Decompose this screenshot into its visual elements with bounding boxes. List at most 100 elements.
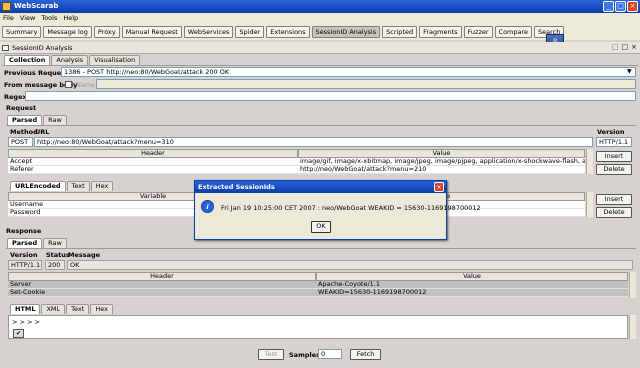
tab-compare[interactable]: Compare	[494, 26, 533, 38]
tab-scripted[interactable]: Scripted	[382, 26, 418, 38]
panel-close-icon[interactable]: ×	[631, 43, 637, 51]
response-headers-scrollbar[interactable]	[629, 272, 636, 298]
request-value-col[interactable]: Value	[298, 149, 585, 158]
dialog-ok-button[interactable]: OK	[311, 221, 331, 233]
table-row-response-value[interactable]: WEAKID=15630-1169198700012	[316, 289, 628, 297]
menu-help[interactable]: Help	[63, 13, 78, 24]
previous-requests-value: 1386 - POST http://neo:80/WebGoat/attack…	[64, 68, 230, 76]
regex-input[interactable]	[25, 91, 636, 101]
delete-header-button[interactable]: Delete	[596, 164, 632, 175]
tab-spider[interactable]: Spider	[235, 26, 265, 38]
tab-request-raw[interactable]: Raw	[43, 115, 67, 125]
tab-xml[interactable]: XML	[41, 304, 66, 314]
app-icon	[2, 2, 11, 11]
response-message-label: Message	[68, 251, 101, 259]
menu-tools[interactable]: Tools	[41, 13, 57, 24]
table-row-header-name[interactable]: Accept	[8, 158, 298, 166]
request-section-title: Request	[6, 104, 37, 112]
menu-view[interactable]: View	[20, 13, 35, 24]
tab-manual-request[interactable]: Manual Request	[121, 26, 182, 38]
table-row-response-name[interactable]: Server	[8, 281, 316, 289]
tab-fuzzer[interactable]: Fuzzer	[463, 26, 493, 38]
tab-request-text[interactable]: Text	[66, 181, 90, 191]
response-value-col[interactable]: Value	[316, 272, 628, 281]
response-version-label: Version	[10, 251, 38, 259]
delete-param-button[interactable]: Delete	[596, 207, 632, 218]
window-titlebar: WebScarab	[0, 0, 640, 13]
broken-image-icon: ✔	[13, 329, 24, 338]
dialog-message: Fri Jan 19 10:25:00 CET 2007 : neo/WebGo…	[221, 204, 481, 212]
panel-window-icon	[2, 45, 9, 51]
response-body-scrollbar[interactable]	[629, 315, 636, 339]
params-scrollbar[interactable]	[586, 192, 593, 217]
panel-controls: ⬚ □ ×	[612, 43, 637, 51]
analysis-tabs: Collection Analysis Visualisation	[4, 55, 141, 65]
dialog-close-icon[interactable]: ×	[434, 182, 444, 192]
response-section-title: Response	[6, 227, 42, 235]
method-field[interactable]: POST	[8, 137, 33, 147]
tab-response-parsed[interactable]: Parsed	[7, 238, 43, 248]
response-status-field: 200	[45, 260, 65, 270]
request-body-tabs: URLEncoded Text Hex	[10, 181, 114, 191]
request-tabs: Parsed Raw	[7, 115, 67, 125]
tab-response-raw[interactable]: Raw	[43, 238, 67, 248]
tab-urlencoded[interactable]: URLEncoded	[10, 181, 66, 191]
plugin-toolbar: Summary Message log Proxy Manual Request…	[0, 24, 640, 40]
tab-response-text[interactable]: Text	[66, 304, 90, 314]
table-row-header-value[interactable]: http://neo/WebGoat/attack?menu=210	[298, 166, 585, 174]
from-body-checkbox[interactable]	[65, 81, 72, 90]
table-row-response-value[interactable]: Apache-Coyote/1.1	[316, 281, 628, 289]
panel-restore-icon[interactable]: ⬚	[612, 43, 619, 51]
tab-summary[interactable]: Summary	[2, 26, 42, 38]
request-header-col[interactable]: Header	[8, 149, 298, 158]
minimize-button[interactable]: _	[603, 1, 614, 12]
test-button[interactable]: Test	[258, 349, 284, 360]
name-field[interactable]	[96, 79, 636, 89]
close-button[interactable]: ×	[627, 1, 638, 12]
tab-sessionid-analysis[interactable]: SessionID Analysis	[311, 26, 381, 38]
table-row-response-name[interactable]: Set-Cookie	[8, 289, 316, 297]
response-body-text: > > > >	[12, 318, 40, 326]
tab-webservices[interactable]: WebServices	[183, 26, 234, 38]
insert-param-button[interactable]: Insert	[596, 194, 632, 205]
insert-header-button[interactable]: Insert	[596, 151, 632, 162]
tab-message-log[interactable]: Message log	[43, 26, 92, 38]
response-body-view[interactable]: > > > > ✔	[8, 315, 628, 339]
menu-file[interactable]: File	[3, 13, 14, 24]
tab-extensions[interactable]: Extensions	[266, 26, 310, 38]
table-row-header-value[interactable]: image/gif, image/x-xbitmap, image/jpeg, …	[298, 158, 585, 166]
tab-collection[interactable]: Collection	[4, 55, 51, 65]
info-icon: i	[201, 200, 214, 213]
response-header-col[interactable]: Header	[8, 272, 316, 281]
url-label: URL	[35, 128, 50, 136]
tab-request-parsed[interactable]: Parsed	[7, 115, 43, 125]
previous-requests-select[interactable]: 1386 - POST http://neo:80/WebGoat/attack…	[61, 67, 636, 77]
tab-proxy[interactable]: Proxy	[93, 26, 120, 38]
response-tabs: Parsed Raw	[7, 238, 67, 248]
tab-response-hex[interactable]: Hex	[90, 304, 113, 314]
tab-request-hex[interactable]: Hex	[90, 181, 114, 191]
dialog-title: Extracted SessionIds	[195, 181, 446, 193]
maximize-button[interactable]: □	[615, 1, 626, 12]
table-row-header-name[interactable]: Referer	[8, 166, 298, 174]
samples-label: Samples	[289, 351, 320, 359]
window-controls: _ □ ×	[603, 1, 638, 12]
tab-fragments[interactable]: Fragments	[419, 26, 462, 38]
tab-visualisation[interactable]: Visualisation	[89, 55, 141, 65]
fetch-button[interactable]: Fetch	[350, 349, 381, 360]
tab-analysis[interactable]: Analysis	[51, 55, 89, 65]
window-title: WebScarab	[14, 2, 59, 10]
version-field[interactable]: HTTP/1.1	[596, 137, 632, 147]
regex-label: Regex	[4, 93, 27, 101]
request-headers-scrollbar[interactable]	[586, 149, 593, 174]
panel-title: SessionID Analysis	[0, 42, 640, 54]
response-status-label: Status	[46, 251, 70, 259]
url-field[interactable]: http://neo:80/WebGoat/attack?menu=310	[34, 137, 593, 147]
samples-spinner[interactable]: 0	[318, 349, 342, 359]
response-version-field: HTTP/1.1	[8, 260, 42, 270]
response-body-tabs: HTML XML Text Hex	[10, 304, 113, 314]
tab-html[interactable]: HTML	[10, 304, 41, 314]
panel-maximize-icon[interactable]: □	[622, 43, 629, 51]
dropdown-arrow-icon[interactable]: ▼	[627, 68, 632, 75]
method-label: Method	[10, 128, 38, 136]
